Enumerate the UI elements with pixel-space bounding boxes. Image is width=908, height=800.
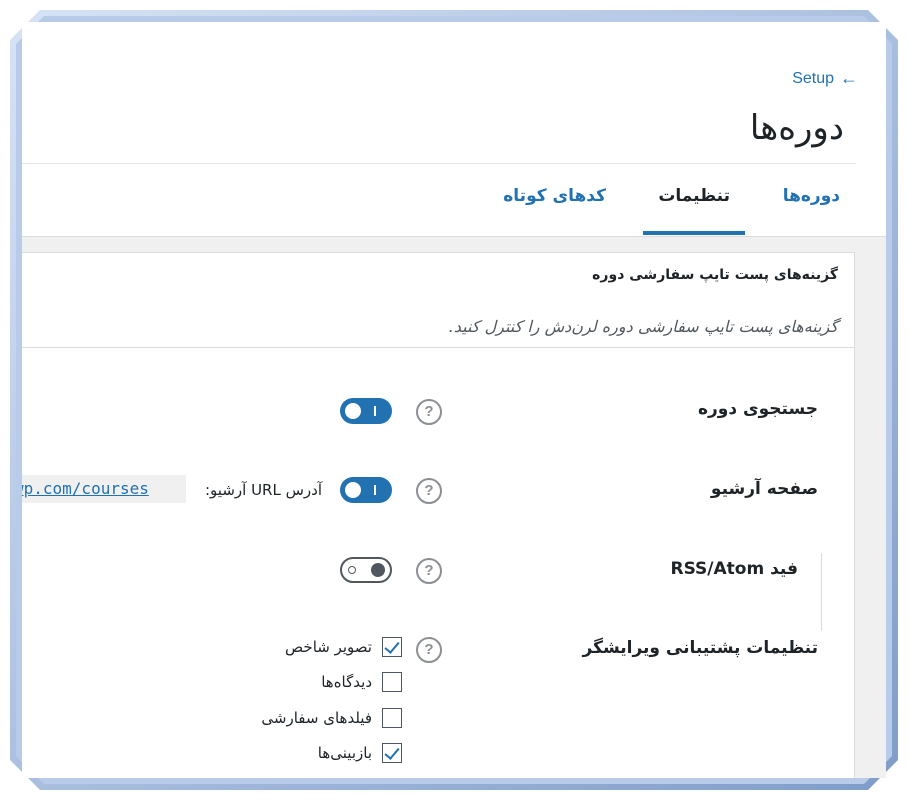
help-icon[interactable]: ? [416, 478, 442, 504]
course-search-toggle[interactable] [340, 398, 392, 424]
option-comments[interactable]: دیدگاه‌ها [321, 672, 402, 692]
help-icon[interactable]: ? [416, 558, 442, 584]
tab-courses[interactable]: دوره‌ها [783, 186, 840, 206]
panel-header: گزینه‌های پست تایپ سفارشی دوره گزینه‌های… [22, 253, 854, 348]
setup-back-link[interactable]: Setup ← [792, 68, 858, 89]
help-icon[interactable]: ? [416, 399, 442, 425]
tab-bar: دوره‌ها تنظیمات کدهای کوتاه [22, 164, 886, 237]
settings-panel: گزینه‌های پست تایپ سفارشی دوره گزینه‌های… [22, 252, 855, 778]
custom-fields-label: فیلدهای سفارشی [261, 709, 372, 727]
checkbox-featured-image[interactable] [382, 637, 402, 657]
checkbox-custom-fields[interactable] [382, 708, 402, 728]
checkbox-comments[interactable] [382, 672, 402, 692]
option-custom-fields[interactable]: فیلدهای سفارشی [261, 708, 402, 728]
arrow-left-icon: ← [840, 68, 858, 88]
archive-page-label: صفحه آرشیو [710, 479, 818, 499]
page-title: دوره‌ها [749, 108, 844, 148]
archive-page-toggle[interactable] [340, 477, 392, 503]
archive-url-label: آدرس URL آرشیو: [204, 481, 322, 499]
section-title: گزینه‌های پست تایپ سفارشی دوره [592, 267, 838, 283]
option-revisions[interactable]: بازبینی‌ها [318, 743, 402, 763]
editor-support-label: تنظیمات پشتیبانی ویرایشگر [582, 638, 819, 658]
rss-feed-toggle[interactable] [340, 557, 392, 583]
rss-row-divider [821, 553, 822, 631]
tab-shortcodes[interactable]: کدهای کوتاه [503, 186, 606, 206]
course-search-label: جستجوی دوره [697, 399, 818, 419]
option-featured-image[interactable]: تصویر شاخص [285, 637, 402, 657]
featured-image-label: تصویر شاخص [285, 638, 372, 656]
help-icon[interactable]: ? [416, 637, 442, 663]
archive-url-link[interactable]: wp.com/courses [22, 475, 186, 503]
rss-feed-label: فید RSS/Atom [670, 559, 798, 579]
comments-label: دیدگاه‌ها [321, 673, 372, 691]
checkbox-revisions[interactable] [382, 743, 402, 763]
active-tab-indicator [643, 231, 745, 235]
section-description: گزینه‌های پست تایپ سفارشی دوره لرن‌دش را… [448, 317, 838, 336]
setup-link-label: Setup [792, 69, 834, 87]
revisions-label: بازبینی‌ها [317, 744, 372, 762]
screen: Setup ← دوره‌ها دوره‌ها تنظیمات کدهای کو… [22, 22, 886, 778]
tab-settings[interactable]: تنظیمات [658, 186, 730, 206]
